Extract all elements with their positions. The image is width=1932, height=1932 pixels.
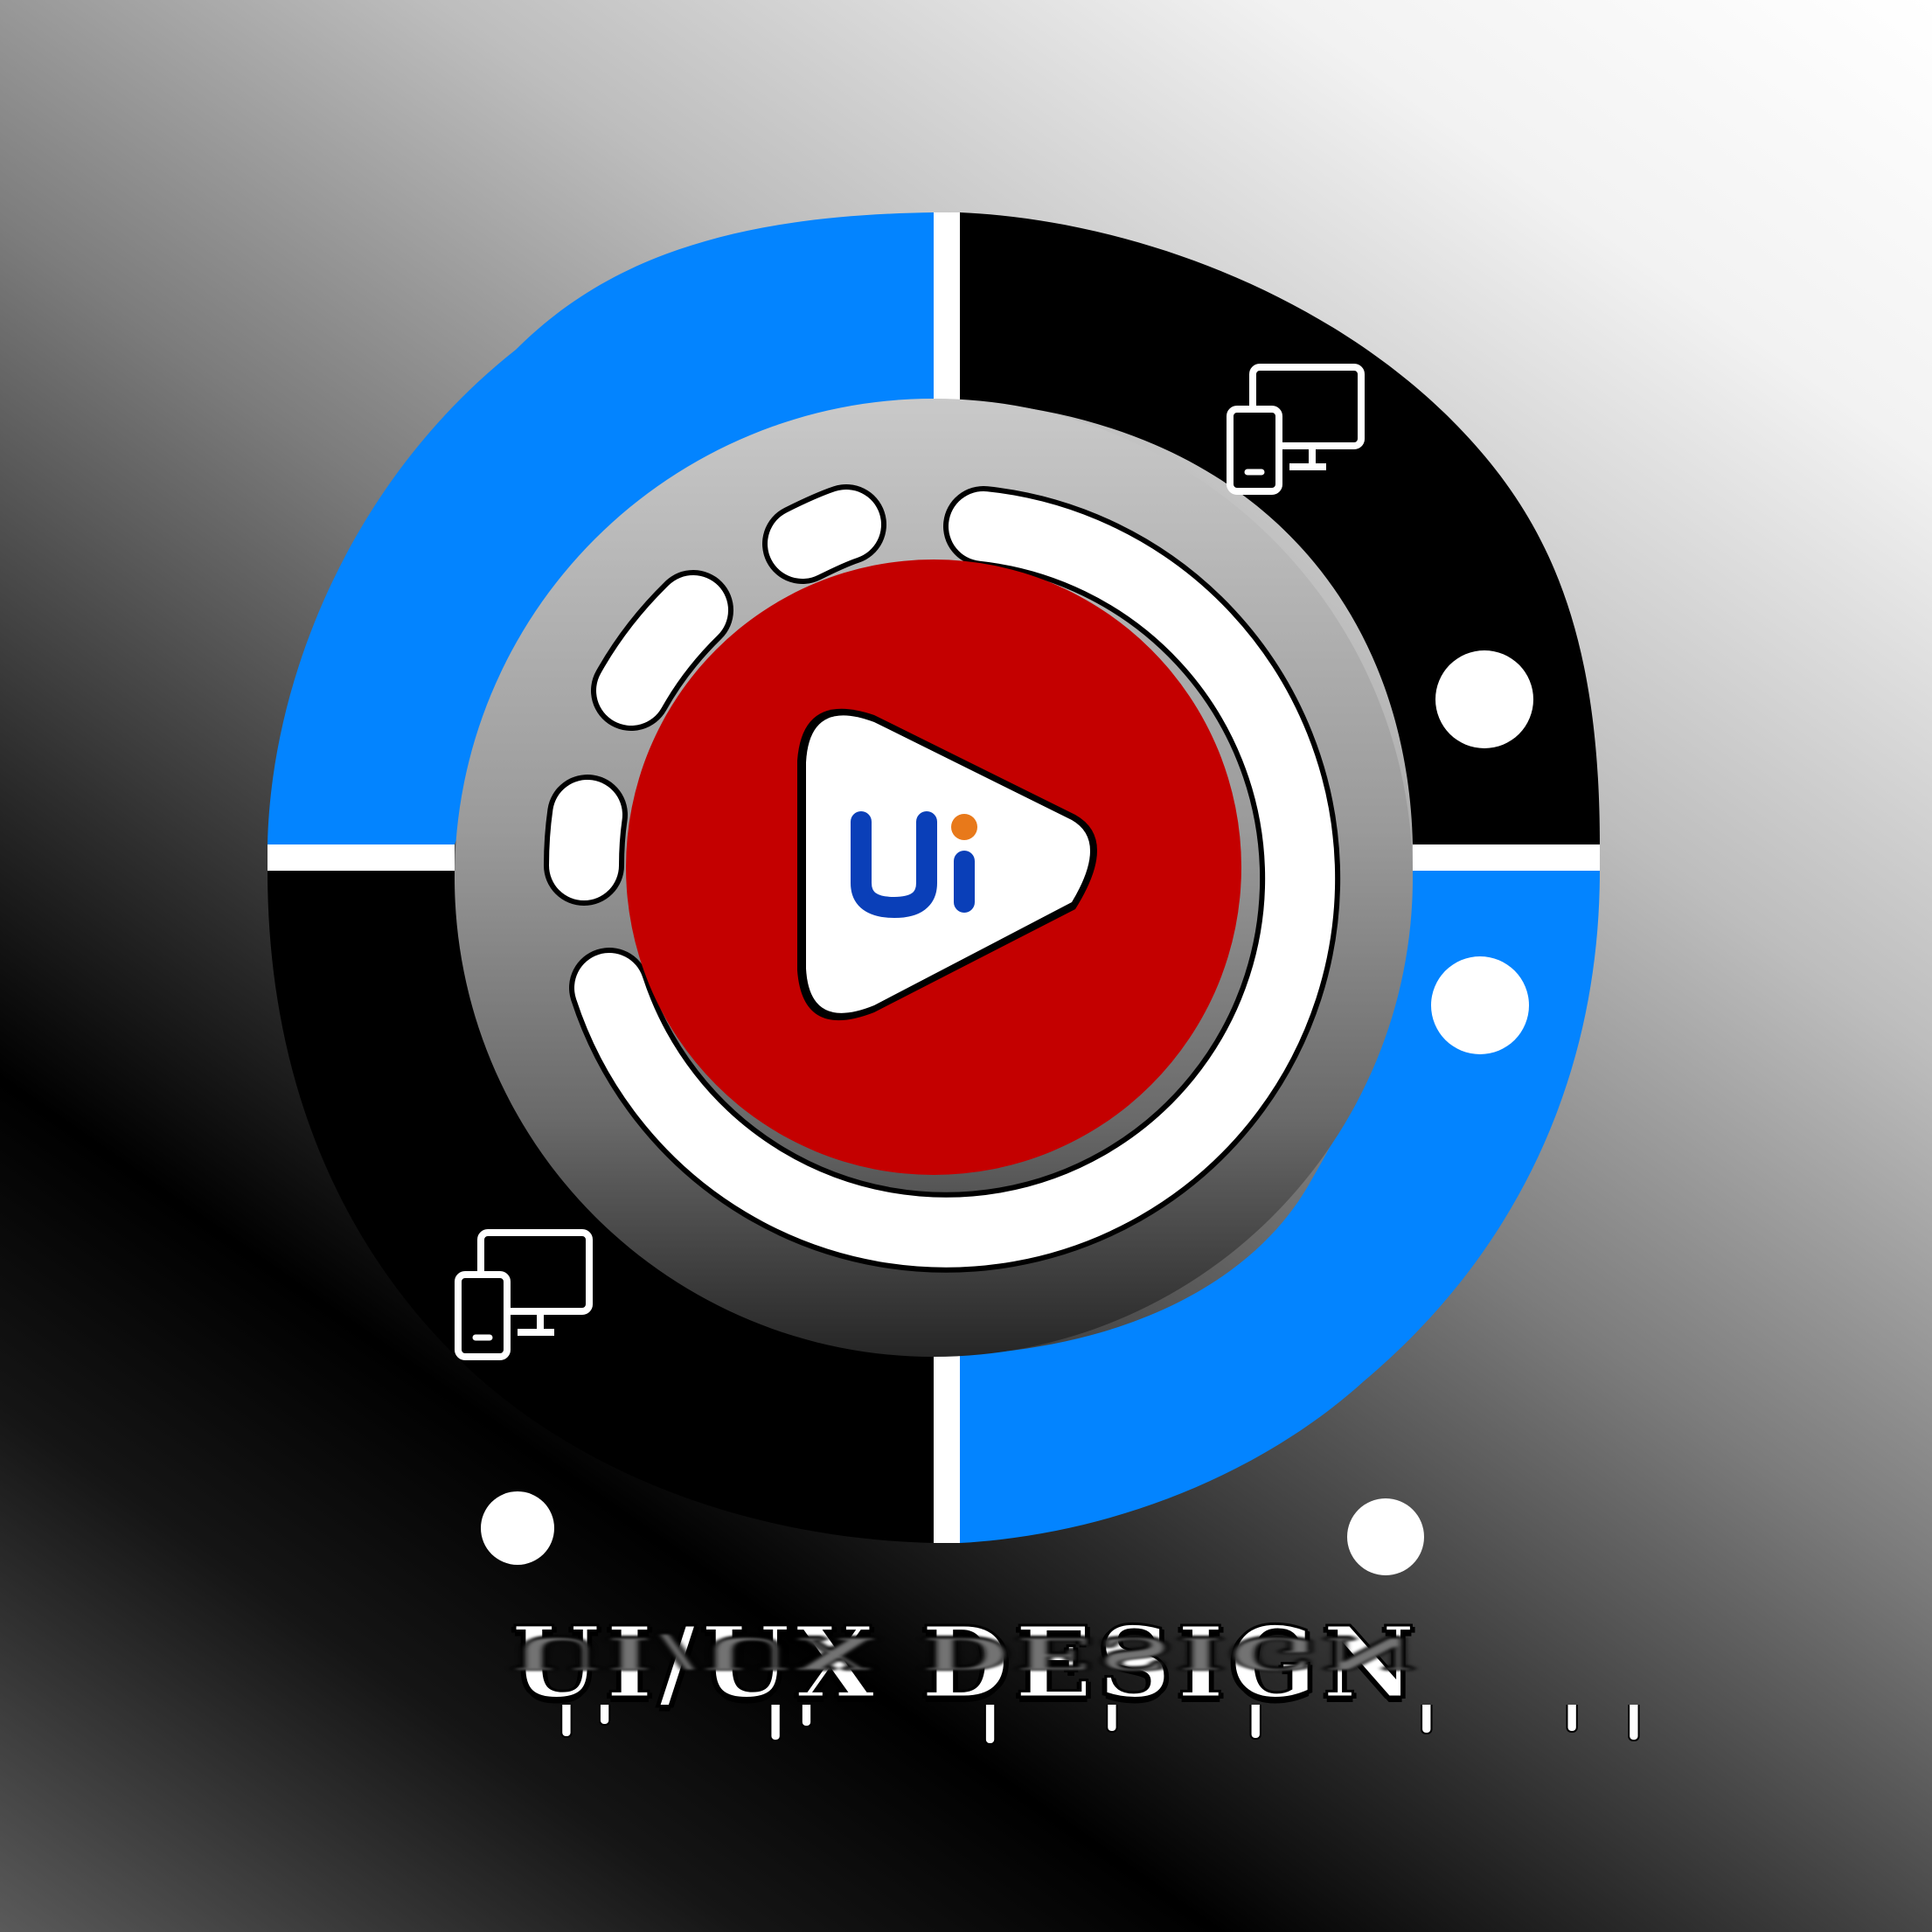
paint-drip: [1420, 1705, 1433, 1734]
paint-drip: [983, 1705, 997, 1745]
paint-drip: [800, 1705, 813, 1727]
page-title: UI/UX DESIGN UI/UX DESIGN: [510, 1605, 1640, 1745]
ring-separator-left: [268, 844, 455, 871]
dot: [1435, 650, 1533, 748]
paint-drip: [1627, 1705, 1640, 1741]
paint-drip: [1566, 1705, 1578, 1733]
paint-drip: [1105, 1705, 1118, 1733]
paint-drip: [769, 1705, 782, 1741]
dot: [1431, 956, 1529, 1054]
ring-separator-bottom: [934, 1355, 960, 1543]
dash-segment: [549, 780, 622, 900]
dot: [1347, 1498, 1424, 1575]
dot: [481, 1491, 554, 1565]
dash-segment: [768, 490, 881, 579]
ring-separator-top: [934, 212, 960, 400]
paint-drip: [598, 1705, 611, 1726]
paint-drip: [559, 1705, 573, 1738]
ring-separator-right: [1413, 844, 1600, 871]
paint-drip: [1249, 1705, 1261, 1740]
logo-dot: [951, 814, 977, 840]
title-area: UI/UX DESIGN UI/UX DESIGN: [0, 1605, 1932, 1799]
